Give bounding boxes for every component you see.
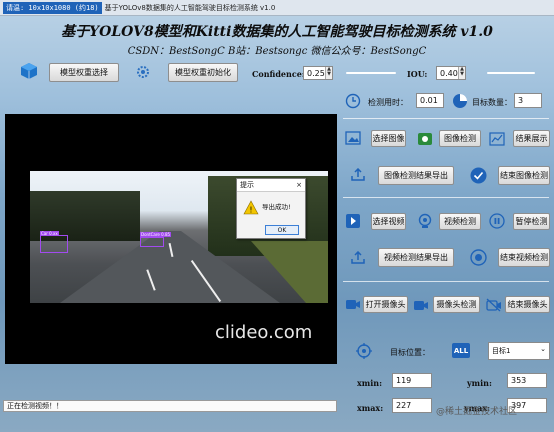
detection-box [140, 237, 164, 247]
video-file-icon [345, 213, 361, 229]
open-camera-button[interactable]: 打开摄像头 [363, 296, 408, 313]
clock-icon [345, 93, 361, 109]
target-select-value: 目标1 [492, 347, 511, 355]
confidence-label: Confidence: [252, 69, 305, 79]
video-display: Car 0.xx DontCare 0.85 clideo.com [5, 114, 337, 364]
video-watermark: clideo.com [215, 322, 313, 343]
dialog-title: 提示 [240, 181, 254, 189]
pause-icon [489, 213, 505, 229]
info-dialog: 提示 × ! 导出成功! OK [236, 178, 306, 239]
separator [343, 118, 549, 119]
image-icon [345, 130, 361, 146]
window-title: 基于YOLOv8数据集的人工智能驾驶目标检测系统 v1.0 [104, 3, 276, 12]
time-value: 0.01 [416, 93, 444, 108]
app-subtitle: CSDN：BestSongC B站：Bestsongc 微信公众号：BestSo… [127, 46, 427, 57]
window-titlebar: 请温: 10x10x1080 (约18) 基于YOLOv8数据集的人工智能驾驶目… [0, 0, 554, 16]
count-value: 3 [514, 93, 542, 108]
dialog-close-button[interactable]: × [296, 181, 302, 189]
svg-text:!: ! [249, 205, 252, 214]
detect-image-icon [417, 131, 433, 147]
iou-label: IOU: [407, 69, 428, 79]
video-camera-icon [413, 297, 429, 313]
upload-icon [350, 250, 366, 266]
xmin-label: xmin: [357, 378, 383, 388]
end-camera-button[interactable]: 结束摄像头 [505, 296, 550, 313]
detect-video-button[interactable]: 视频检测 [439, 213, 481, 230]
spin-arrows-icon[interactable]: ▲ ▼ [325, 67, 332, 79]
select-weights-button[interactable]: 模型权重选择 [49, 63, 119, 82]
target-select[interactable]: 目标1 ⌄ [488, 342, 550, 360]
stop-icon [470, 249, 487, 266]
detect-image-button[interactable]: 图像检测 [439, 130, 481, 147]
export-image-result-button[interactable]: 图像检测结果导出 [378, 166, 454, 185]
gear-icon [134, 63, 152, 81]
end-image-detect-button[interactable]: 结束图像检测 [498, 166, 550, 185]
iou-slider[interactable] [487, 72, 535, 74]
select-image-button[interactable]: 选择图像 [371, 130, 406, 147]
site-watermark: @稀土掘金技术社区 [436, 407, 518, 417]
detection-box [40, 235, 68, 253]
xmin-value: 119 [392, 373, 432, 388]
webcam-icon [417, 213, 433, 229]
detection-label: Car 0.xx [40, 231, 59, 236]
spin-arrows-icon[interactable]: ▲ ▼ [458, 67, 465, 79]
chevron-down-icon: ⌄ [540, 345, 546, 353]
status-bar: 正在检测视频！！ [3, 400, 337, 412]
init-weights-button[interactable]: 模型权重初始化 [168, 63, 238, 82]
all-icon: ALL [452, 343, 470, 358]
cube-icon [20, 62, 38, 80]
iou-spinbox[interactable]: 0.40 ▲ ▼ [436, 66, 466, 80]
target-position-label: 目标位置： [390, 348, 430, 357]
select-video-button[interactable]: 选择视频 [371, 213, 406, 230]
warning-icon: ! [243, 199, 259, 215]
dialog-message: 导出成功! [262, 203, 291, 211]
camera-icon [345, 296, 361, 312]
end-video-detect-button[interactable]: 结束视频检测 [498, 248, 550, 267]
app-title: 基于YOLOV8模型和Kitti数据集的人工智能驾驶目标检测系统 v1.0 [61, 24, 493, 40]
count-label: 目标数量： [472, 98, 512, 107]
time-label: 检测用时： [368, 98, 408, 107]
dialog-ok-button[interactable]: OK [265, 225, 299, 235]
pie-icon [452, 93, 468, 109]
xmax-label: xmax: [357, 403, 384, 413]
ymin-value: 353 [507, 373, 547, 388]
confidence-slider[interactable] [346, 72, 396, 74]
target-icon [356, 343, 372, 359]
upload-icon [350, 167, 366, 183]
camera-off-icon [486, 297, 502, 313]
xmax-value: 227 [392, 398, 432, 413]
dialog-titlebar: 提示 × [237, 179, 305, 192]
confidence-value: 0.25 [307, 68, 325, 78]
ymin-label: ymin: [467, 378, 492, 388]
confidence-spinbox[interactable]: 0.25 ▲ ▼ [303, 66, 333, 80]
iou-value: 0.40 [440, 68, 458, 78]
show-result-button[interactable]: 结果展示 [513, 130, 550, 147]
detection-label: DontCare 0.85 [140, 232, 172, 237]
check-icon [470, 167, 487, 184]
export-video-result-button[interactable]: 视频检测结果导出 [378, 248, 454, 267]
chart-icon [489, 131, 505, 147]
separator [343, 197, 549, 198]
pause-detect-button[interactable]: 暂停检测 [513, 213, 550, 230]
detect-camera-button[interactable]: 摄像头检测 [433, 296, 480, 313]
separator [343, 281, 549, 282]
window-badge: 请温: 10x10x1080 (约18) [3, 1, 102, 14]
